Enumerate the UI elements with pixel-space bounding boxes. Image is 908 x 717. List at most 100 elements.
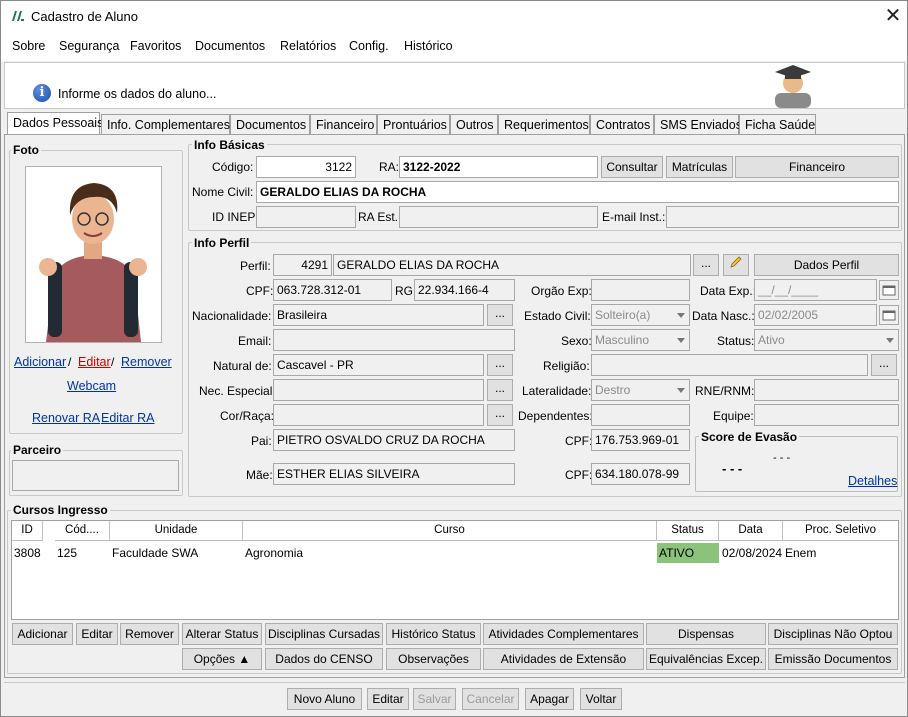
financeiro-button[interactable]: Financeiro bbox=[735, 156, 899, 178]
disciplinas-cursadas-button[interactable]: Disciplinas Cursadas bbox=[265, 623, 383, 645]
ra-field[interactable]: 3122-2022 bbox=[399, 156, 598, 178]
foto-adicionar-link[interactable]: Adicionar bbox=[14, 355, 66, 369]
disciplinas-nao-optou-button[interactable]: Disciplinas Não Optou bbox=[768, 623, 898, 645]
parceiro-field[interactable] bbox=[12, 460, 179, 491]
estado-civil-select[interactable]: Solteiro(a) bbox=[591, 304, 690, 326]
opcoes-button[interactable]: Opções ▲ bbox=[182, 648, 262, 670]
menu-sobre[interactable]: Sobre bbox=[12, 39, 45, 53]
dados-censo-button[interactable]: Dados do CENSO bbox=[265, 648, 383, 670]
matriculas-button[interactable]: Matrículas bbox=[666, 156, 733, 178]
tab-requerimentos[interactable]: Requerimentos bbox=[498, 114, 590, 134]
menu-historico[interactable]: Histórico bbox=[404, 39, 453, 53]
nacionalidade-dots-button[interactable]: ... bbox=[487, 304, 513, 326]
religiao-dots-button[interactable]: ... bbox=[871, 354, 897, 376]
curso-remover-button[interactable]: Remover bbox=[120, 623, 179, 645]
religiao-field[interactable] bbox=[591, 354, 868, 376]
rne-field[interactable] bbox=[754, 379, 899, 401]
salvar-button[interactable]: Salvar bbox=[413, 688, 456, 710]
footer-editar-button[interactable]: Editar bbox=[367, 688, 409, 710]
natural-field[interactable]: Cascavel - PR bbox=[273, 354, 484, 376]
novo-aluno-button[interactable]: Novo Aluno bbox=[287, 688, 362, 710]
dados-perfil-button[interactable]: Dados Perfil bbox=[754, 254, 899, 276]
tab-dados-pessoais[interactable]: Dados Pessoais bbox=[7, 112, 103, 135]
dependentes-field[interactable] bbox=[591, 404, 690, 426]
equivalencias-button[interactable]: Equivalências Excep. bbox=[646, 648, 766, 670]
nec-especial-dots-button[interactable]: ... bbox=[487, 379, 513, 401]
curso-editar-button[interactable]: Editar bbox=[76, 623, 118, 645]
cancelar-button[interactable]: Cancelar bbox=[462, 688, 519, 710]
table-row[interactable]: 3808 125 Faculdade SWA Agronomia ATIVO 0… bbox=[12, 543, 898, 563]
email-field[interactable] bbox=[273, 329, 515, 351]
emissao-documentos-button[interactable]: Emissão Documentos bbox=[768, 648, 898, 670]
info-icon: i bbox=[33, 84, 51, 102]
cpf-field[interactable]: 063.728.312-01 bbox=[273, 279, 392, 301]
tab-outros[interactable]: Outros bbox=[450, 114, 498, 134]
data-exp-field[interactable]: __/__/____ bbox=[754, 279, 877, 301]
email-inst-field[interactable] bbox=[666, 206, 899, 228]
equipe-field[interactable] bbox=[754, 404, 899, 426]
atividades-complementares-button[interactable]: Atividades Complementares bbox=[483, 623, 644, 645]
perfil-nome-field[interactable]: GERALDO ELIAS DA ROCHA bbox=[333, 254, 691, 276]
mae-cpf-field[interactable]: 634.180.078-99 bbox=[591, 463, 690, 485]
foto-editar-link[interactable]: Editar bbox=[78, 355, 111, 369]
cor-raca-dots-button[interactable]: ... bbox=[487, 404, 513, 426]
col-header-id[interactable]: ID bbox=[12, 521, 43, 541]
tab-ficha-saude[interactable]: Ficha Saúde bbox=[739, 114, 816, 134]
foto-remover-link[interactable]: Remover bbox=[121, 355, 172, 369]
tab-contratos[interactable]: Contratos bbox=[590, 114, 654, 134]
col-header-curso[interactable]: Curso bbox=[243, 521, 657, 541]
perfil-edit-icon[interactable] bbox=[723, 254, 749, 276]
renovar-ra-link[interactable]: Renovar RA bbox=[32, 411, 100, 425]
col-header-data[interactable]: Data bbox=[719, 521, 783, 541]
close-icon[interactable]: ✕ bbox=[879, 3, 907, 31]
id-inep-field[interactable] bbox=[256, 206, 356, 228]
consultar-button[interactable]: Consultar bbox=[601, 156, 663, 178]
voltar-button[interactable]: Voltar bbox=[580, 688, 622, 710]
observacoes-button[interactable]: Observações bbox=[386, 648, 481, 670]
webcam-link[interactable]: Webcam bbox=[67, 379, 116, 393]
tab-documentos[interactable]: Documentos bbox=[230, 114, 310, 134]
col-header-unidade[interactable]: Unidade bbox=[110, 521, 243, 541]
lateralidade-select[interactable]: Destro bbox=[591, 379, 690, 401]
cursos-table[interactable]: ID Cód.... Unidade Curso Status Data Pro… bbox=[11, 520, 899, 620]
perfil-id-field[interactable]: 4291 bbox=[273, 254, 332, 276]
calendar-icon[interactable] bbox=[879, 305, 899, 325]
pai-cpf-field[interactable]: 176.753.969-01 bbox=[591, 429, 690, 451]
perfil-dots-button[interactable]: ... bbox=[693, 254, 719, 276]
menu-favoritos[interactable]: Favoritos bbox=[130, 39, 181, 53]
menu-documentos[interactable]: Documentos bbox=[195, 39, 265, 53]
natural-dots-button[interactable]: ... bbox=[487, 354, 513, 376]
menu-config[interactable]: Config. bbox=[349, 39, 389, 53]
tab-sms-enviados[interactable]: SMS Enviados bbox=[654, 114, 742, 134]
tab-financeiro[interactable]: Financeiro bbox=[310, 114, 377, 134]
orgao-exp-field[interactable] bbox=[591, 279, 690, 301]
menu-seguranca[interactable]: Segurança bbox=[59, 39, 119, 53]
menu-relatorios[interactable]: Relatórios bbox=[280, 39, 336, 53]
codigo-field[interactable]: 3122 bbox=[256, 156, 356, 178]
alterar-status-button[interactable]: Alterar Status bbox=[182, 623, 262, 645]
mae-field[interactable]: ESTHER ELIAS SILVEIRA bbox=[273, 463, 515, 485]
rg-field[interactable]: 22.934.166-4 bbox=[414, 279, 515, 301]
tab-info-complementares[interactable]: Info. Complementares bbox=[101, 114, 230, 134]
curso-adicionar-button[interactable]: Adicionar bbox=[12, 623, 73, 645]
historico-status-button[interactable]: Histórico Status bbox=[386, 623, 481, 645]
apagar-button[interactable]: Apagar bbox=[525, 688, 574, 710]
nec-especial-field[interactable] bbox=[273, 379, 484, 401]
col-header-cod[interactable]: Cód.... bbox=[55, 521, 110, 541]
col-header-proc-seletivo[interactable]: Proc. Seletivo bbox=[783, 521, 898, 541]
editar-ra-link[interactable]: Editar RA bbox=[101, 411, 155, 425]
detalhes-link[interactable]: Detalhes bbox=[848, 474, 897, 488]
sexo-select[interactable]: Masculino bbox=[591, 329, 690, 351]
nacionalidade-field[interactable]: Brasileira bbox=[273, 304, 484, 326]
status-select[interactable]: Ativo bbox=[754, 329, 899, 351]
nome-civil-field[interactable]: GERALDO ELIAS DA ROCHA bbox=[256, 181, 899, 203]
cor-raca-field[interactable] bbox=[273, 404, 484, 426]
data-nasc-field[interactable]: 02/02/2005 bbox=[754, 304, 877, 326]
ra-est-field[interactable] bbox=[399, 206, 598, 228]
tab-prontuarios[interactable]: Prontuários bbox=[377, 114, 450, 134]
calendar-icon[interactable] bbox=[879, 280, 899, 300]
col-header-status[interactable]: Status bbox=[657, 521, 719, 541]
atividades-extensao-button[interactable]: Atividades de Extensão bbox=[483, 648, 644, 670]
pai-field[interactable]: PIETRO OSVALDO CRUZ DA ROCHA bbox=[273, 429, 515, 451]
dispensas-button[interactable]: Dispensas bbox=[646, 623, 766, 645]
